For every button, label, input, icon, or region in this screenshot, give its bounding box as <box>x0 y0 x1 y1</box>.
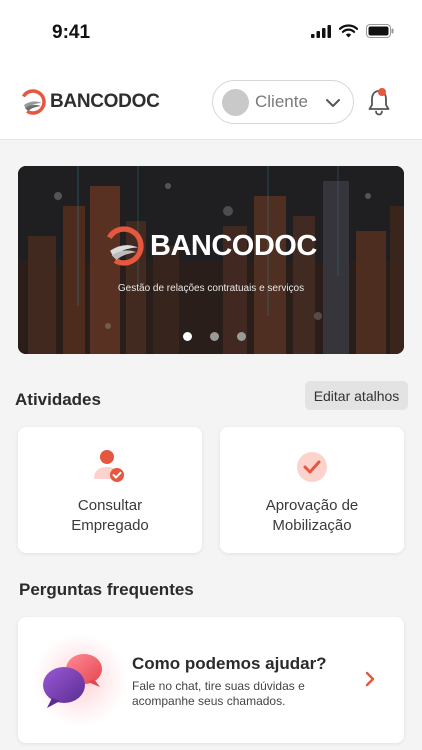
banner-logo: BANCODOC <box>104 226 317 266</box>
wifi-icon <box>339 24 358 38</box>
chevron-down-icon <box>326 99 340 107</box>
profile-select[interactable]: Cliente <box>212 80 354 124</box>
help-card-description: Fale no chat, tire suas dúvidas e acompa… <box>132 679 305 708</box>
chat-bubbles-icon <box>43 654 102 708</box>
brand-name: BANCODOC <box>50 91 160 112</box>
bancodoc-logo-icon <box>20 89 46 115</box>
status-icons <box>311 24 394 38</box>
activity-label: Aprovação de Mobilização <box>220 496 404 536</box>
avatar <box>222 88 249 116</box>
profile-select-label: Cliente <box>255 92 308 111</box>
edit-shortcuts-button[interactable]: Editar atalhos <box>305 381 408 410</box>
brand-logo: BANCODOC <box>20 89 160 115</box>
activity-label: Consultar Empregado <box>18 496 202 536</box>
faq-title: Perguntas frequentes <box>19 580 194 599</box>
carousel-dot-2[interactable] <box>210 332 219 341</box>
check-circle-icon <box>297 452 327 482</box>
notification-badge <box>378 88 386 96</box>
battery-icon <box>366 24 394 38</box>
activity-label-line2: Mobilização <box>272 517 352 534</box>
app-header: BANCODOC Cliente <box>0 64 422 140</box>
activity-card-consultar-empregado[interactable]: Consultar Empregado <box>18 427 202 553</box>
activity-card-aprovacao-mobilizacao[interactable]: Aprovação de Mobilização <box>220 427 404 553</box>
carousel-dots <box>183 332 246 341</box>
chevron-right-icon[interactable] <box>364 671 376 687</box>
status-bar: 9:41 <box>0 0 422 64</box>
help-card-title: Como podemos ajudar? <box>132 654 327 673</box>
carousel-dot-1[interactable] <box>183 332 192 341</box>
activity-label-line2: Empregado <box>71 517 149 534</box>
user-check-icon <box>94 450 124 482</box>
activity-label-line1: Consultar <box>77 497 143 514</box>
banner-carousel[interactable]: BANCODOC Gestão de relações contratuais … <box>18 166 404 354</box>
carousel-dot-3[interactable] <box>237 332 246 341</box>
banner-brand-name: BANCODOC <box>150 229 317 262</box>
help-card[interactable]: Como podemos ajudar? Fale no chat, tire … <box>18 617 404 743</box>
banner-tagline: Gestão de relações contratuais e serviço… <box>117 283 305 294</box>
activity-label-line1: Aprovação de <box>265 497 359 514</box>
activities-title: Atividades <box>15 390 101 409</box>
bancodoc-logo-icon <box>104 226 144 266</box>
status-time: 9:41 <box>52 22 91 43</box>
signal-icon <box>311 24 331 38</box>
